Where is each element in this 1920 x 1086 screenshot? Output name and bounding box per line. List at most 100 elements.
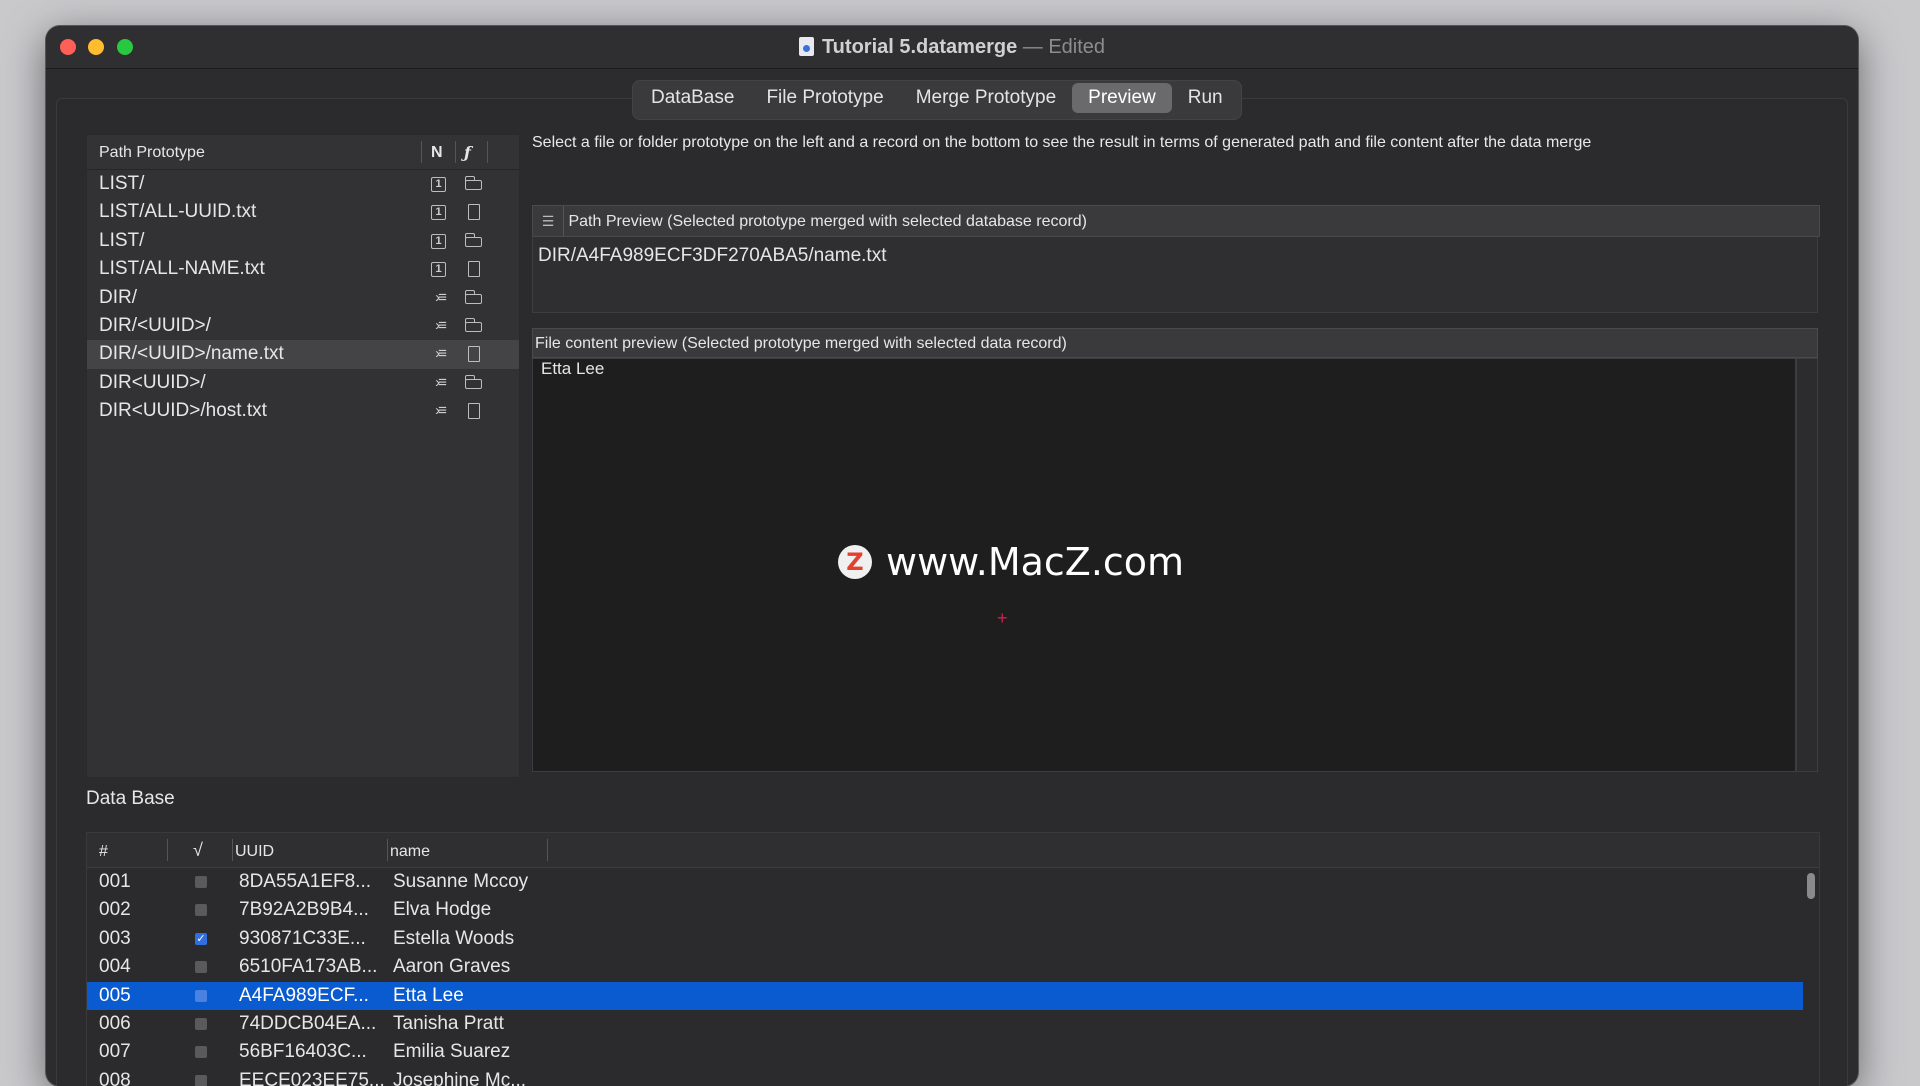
- column-header-n[interactable]: N: [431, 144, 443, 162]
- table-row[interactable]: 008 EECE023EE75... Josephine Mc...: [87, 1067, 1803, 1086]
- path-prototype-label: DIR/<UUID>/: [99, 314, 211, 336]
- row-uuid: 8DA55A1EF8...: [239, 871, 372, 892]
- row-name: Elva Hodge: [393, 899, 492, 921]
- table-row[interactable]: 007 56BF16403C... Emilia Suarez: [87, 1038, 1803, 1066]
- path-prototype-list: LIST/1 LIST/ALL-UUID.txt 1 LIST/1 LIST/ALL-N…: [87, 170, 519, 426]
- database-rows: 001 8DA55A1EF8... Susanne Mccoy 002 7B92A2B9…: [87, 868, 1819, 1086]
- table-row[interactable]: 004 6510FA173AB... Aaron Graves: [87, 953, 1803, 981]
- row-number: 006: [99, 1012, 131, 1034]
- path-prototype-label: LIST/: [99, 229, 145, 251]
- watermark: Z www.MacZ.com: [838, 540, 1184, 584]
- database-table: # √ UUID name 001 8DA55A1EF8... Susanne Mc…: [86, 832, 1820, 1086]
- document-icon: [798, 37, 814, 56]
- database-scrollbar[interactable]: [1803, 869, 1819, 1086]
- crosshair-cursor-icon: +: [997, 608, 1008, 628]
- row-checkbox[interactable]: [195, 1046, 207, 1059]
- tab-run[interactable]: Run: [1172, 83, 1239, 113]
- row-number: 002: [99, 899, 131, 921]
- row-uuid: 6510FA173AB...: [239, 956, 378, 978]
- path-prototype-label: DIR<UUID>/: [99, 371, 206, 393]
- path-prototype-row[interactable]: LIST/1: [87, 170, 519, 198]
- title-separator: —: [1022, 36, 1043, 58]
- path-preview-header: ☰ Path Preview (Selected prototype merge…: [532, 205, 1820, 237]
- window-title: Tutorial 5.datamerge — Edited: [46, 36, 1858, 59]
- row-checkbox[interactable]: [195, 989, 207, 1002]
- column-header-name[interactable]: name: [390, 843, 430, 861]
- watermark-logo-icon: Z: [838, 545, 872, 579]
- row-uuid: 74DDCB04EA...: [239, 1012, 377, 1034]
- column-header-path[interactable]: Path Prototype: [99, 144, 205, 162]
- tab-database[interactable]: DataBase: [635, 83, 750, 113]
- row-number: 005: [99, 984, 131, 1006]
- path-prototype-row[interactable]: DIR<UUID>/ ›≡: [87, 369, 519, 397]
- path-prototype-label: DIR/: [99, 286, 137, 308]
- file-icon: [468, 204, 480, 221]
- row-uuid: 7B92A2B9B4...: [239, 899, 369, 921]
- row-name: Estella Woods: [393, 927, 515, 949]
- column-header-num[interactable]: #: [99, 843, 108, 861]
- row-name: Aaron Graves: [393, 956, 511, 978]
- tab-preview[interactable]: Preview: [1072, 83, 1172, 113]
- path-prototype-header: Path Prototype N ƒ: [87, 135, 519, 170]
- one-icon: 1: [431, 262, 446, 278]
- row-checkbox[interactable]: [195, 1074, 207, 1086]
- merge-list-icon: ›≡: [435, 402, 447, 420]
- column-header-f[interactable]: ƒ: [464, 143, 471, 162]
- path-prototype-row[interactable]: DIR/ ›≡: [87, 284, 519, 312]
- file-icon: [468, 403, 480, 420]
- row-uuid: A4FA989ECF...: [239, 984, 369, 1006]
- row-uuid: EECE023EE75...: [239, 1069, 385, 1086]
- path-prototype-row[interactable]: LIST/ALL-NAME.txt 1: [87, 255, 519, 283]
- path-prototype-row[interactable]: LIST/ALL-UUID.txt 1: [87, 198, 519, 226]
- table-row[interactable]: 001 8DA55A1EF8... Susanne Mccoy: [87, 868, 1803, 896]
- path-prototype-label: LIST/: [99, 173, 145, 194]
- database-label: Data Base: [86, 788, 175, 809]
- list-icon[interactable]: ☰: [533, 206, 564, 236]
- row-name: Josephine Mc...: [393, 1069, 527, 1086]
- folder-icon: [465, 289, 482, 304]
- table-row[interactable]: 006 74DDCB04EA... Tanisha Pratt: [87, 1010, 1803, 1038]
- row-checkbox[interactable]: [195, 1017, 207, 1030]
- row-checkbox[interactable]: [195, 876, 207, 888]
- edited-status: Edited: [1048, 36, 1106, 58]
- column-header-check[interactable]: √: [193, 840, 203, 861]
- tab-merge-prototype[interactable]: Merge Prototype: [900, 83, 1072, 113]
- path-prototype-label: LIST/ALL-UUID.txt: [99, 201, 257, 223]
- path-prototype-label: DIR/<UUID>/name.txt: [99, 343, 284, 365]
- path-preview-value: DIR/A4FA989ECF3DF270ABA5/name.txt: [532, 237, 1818, 313]
- table-row[interactable]: 005 A4FA989ECF... Etta Lee: [87, 981, 1803, 1010]
- path-prototype-row[interactable]: DIR<UUID>/host.txt ›≡: [87, 397, 519, 425]
- folder-icon: [465, 317, 482, 332]
- row-number: 003: [99, 927, 131, 949]
- path-prototype-row[interactable]: LIST/1: [87, 227, 519, 255]
- app-window: Tutorial 5.datamerge — Edited DataBase F…: [46, 26, 1858, 1086]
- row-checkbox[interactable]: [195, 904, 207, 917]
- folder-icon: [465, 232, 482, 247]
- table-row[interactable]: 003 ✓ 930871C33E... Estella Woods: [87, 925, 1803, 953]
- path-prototype-row[interactable]: DIR/<UUID>/ ›≡: [87, 312, 519, 340]
- one-icon: 1: [431, 233, 446, 249]
- file-preview-header: File content preview (Selected prototype…: [532, 328, 1818, 358]
- row-checkbox[interactable]: ✓: [195, 932, 207, 945]
- row-checkbox[interactable]: [195, 961, 207, 974]
- merge-list-icon: ›≡: [435, 345, 447, 363]
- tab-file-prototype[interactable]: File Prototype: [750, 83, 899, 113]
- path-prototype-panel: Path Prototype N ƒ LIST/1 LIST/ALL-UUID.t…: [86, 134, 520, 778]
- table-row[interactable]: 002 7B92A2B9B4... Elva Hodge: [87, 896, 1803, 924]
- file-icon: [468, 261, 480, 278]
- path-preview-title: Path Preview (Selected prototype merged …: [568, 213, 1087, 230]
- row-number: 001: [99, 871, 131, 892]
- file-icon: [468, 346, 480, 363]
- tab-bar: DataBase File Prototype Merge Prototype …: [632, 80, 1242, 120]
- merge-list-icon: ›≡: [435, 373, 447, 391]
- path-prototype-row[interactable]: DIR/<UUID>/name.txt ›≡: [87, 340, 519, 369]
- row-uuid: 930871C33E...: [239, 927, 366, 949]
- row-number: 007: [99, 1041, 131, 1063]
- one-icon: 1: [431, 205, 446, 221]
- row-name: Susanne Mccoy: [393, 871, 529, 892]
- one-icon: 1: [431, 177, 446, 192]
- column-header-uuid[interactable]: UUID: [235, 843, 274, 861]
- scrollbar-thumb[interactable]: [1807, 873, 1815, 899]
- file-preview-scrollbar[interactable]: [1796, 358, 1818, 772]
- row-name: Emilia Suarez: [393, 1041, 511, 1063]
